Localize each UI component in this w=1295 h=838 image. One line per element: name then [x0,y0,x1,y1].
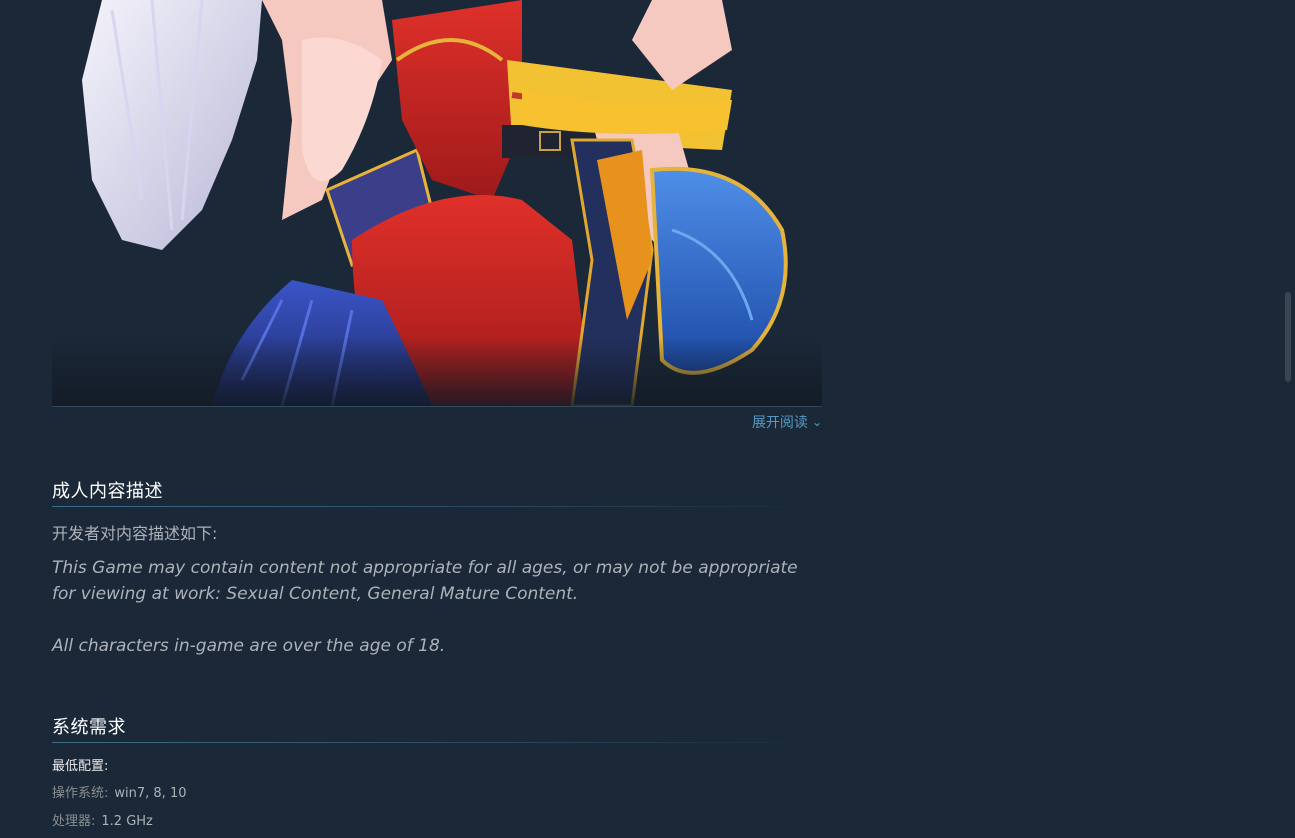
developer-description-label: 开发者对内容描述如下: [52,524,218,543]
main-content: 展开阅读 ⌄ 成人内容描述 开发者对内容描述如下: This Game may … [52,0,822,829]
minimum-requirements-label: 最低配置: [52,759,109,774]
sysreq-value: win7, 8, 10 [114,786,187,801]
mature-content-title: 成人内容描述 [52,477,822,507]
chevron-double-down-icon: ⌄ [811,415,822,429]
sysreq-key: 处理器: [52,814,96,829]
mature-paragraph-1: This Game may contain content not approp… [52,558,798,604]
scrollbar-thumb[interactable] [1285,292,1291,382]
sysreq-row-processor: 处理器: 1.2 GHz [52,810,187,829]
read-more-label: 展开阅读 [751,415,808,431]
mature-content-description: This Game may contain content not approp… [52,555,812,659]
sysreq-row-os: 操作系统: win7, 8, 10 [52,782,187,801]
read-more-link[interactable]: 展开阅读 ⌄ [752,412,822,432]
sysreq-key: 操作系统: [52,786,109,801]
sysreq-value: 1.2 GHz [101,814,153,829]
mature-paragraph-2: All characters in-game are over the age … [52,636,446,656]
system-requirements-title: 系统需求 [52,713,822,743]
system-requirements: 最低配置: 操作系统: win7, 8, 10 处理器: 1.2 GHz [52,755,187,838]
game-artwork [52,0,822,407]
